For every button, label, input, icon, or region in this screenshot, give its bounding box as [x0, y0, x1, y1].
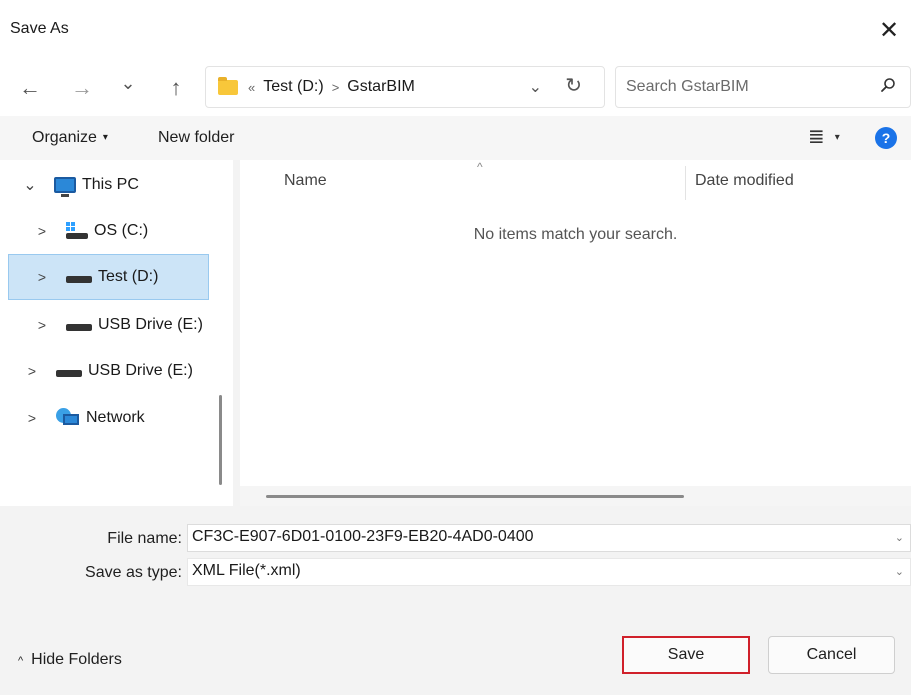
- sidebar-item-label: OS (C:): [94, 222, 149, 239]
- horizontal-scrollbar[interactable]: [240, 486, 911, 506]
- forward-arrow-icon: →: [71, 75, 93, 100]
- computer-icon: [54, 177, 76, 197]
- save-as-type-select[interactable]: XML File(*.xml) ⌄: [187, 558, 911, 586]
- new-folder-button[interactable]: New folder: [158, 129, 234, 147]
- file-name-field[interactable]: CF3C-E907-6D01-0100-23F9-EB20-4AD0-0400 …: [187, 524, 911, 552]
- save-as-type-value: XML File(*.xml): [192, 562, 301, 579]
- sidebar-item-label: USB Drive (E:): [98, 316, 203, 333]
- file-list-pane[interactable]: ^ Name Date modified No items match your…: [240, 160, 911, 506]
- breadcrumb-separator-icon: >: [331, 79, 340, 95]
- folder-icon: [218, 77, 238, 95]
- caret-down-icon: ▾: [102, 132, 108, 144]
- column-divider[interactable]: [685, 166, 686, 200]
- back-button[interactable]: ←: [14, 72, 46, 104]
- caret-up-icon: ^: [18, 655, 24, 667]
- sidebar-item-network[interactable]: > Network: [24, 395, 145, 441]
- address-bar[interactable]: « Test (D:) > GstarBIM ⌄ ↻: [205, 66, 605, 108]
- navigation-bar: ← → ⌄ ↑ « Test (D:) > GstarBIM ⌄ ↻ Searc…: [0, 58, 911, 116]
- file-name-value: CF3C-E907-6D01-0100-23F9-EB20-4AD0-0400: [192, 528, 534, 545]
- up-arrow-icon: ↑: [170, 75, 182, 100]
- file-name-label: File name:: [107, 530, 182, 547]
- sidebar-item-label: Test (D:): [98, 268, 159, 285]
- breadcrumb-item-test-drive[interactable]: Test (D:): [263, 78, 323, 96]
- hide-folders-button[interactable]: ^ Hide Folders: [18, 651, 122, 669]
- refresh-icon[interactable]: ↻: [565, 73, 582, 98]
- sort-indicator-icon: ^: [477, 160, 483, 174]
- breadcrumb: « Test (D:) > GstarBIM: [248, 78, 415, 96]
- hide-folders-label: Hide Folders: [31, 651, 122, 668]
- sidebar-item-usb-drive-e-root[interactable]: > USB Drive (E:): [24, 348, 193, 394]
- column-header-date-modified[interactable]: Date modified: [695, 172, 794, 190]
- sidebar-item-this-pc[interactable]: ⌄ This PC: [22, 162, 139, 208]
- chevron-down-icon[interactable]: ⌄: [22, 175, 38, 195]
- address-dropdown-icon[interactable]: ⌄: [529, 77, 542, 97]
- change-view-button[interactable]: ≣ ▾: [808, 124, 840, 149]
- back-arrow-icon: ←: [19, 75, 41, 100]
- breadcrumb-overflow-icon[interactable]: «: [248, 80, 255, 95]
- save-fields: File name: CF3C-E907-6D01-0100-23F9-EB20…: [0, 506, 911, 596]
- up-button[interactable]: ↑: [160, 72, 192, 104]
- title-bar: Save As ✕: [0, 0, 911, 58]
- sidebar-scrollbar[interactable]: [219, 395, 222, 485]
- organize-menu-button[interactable]: Organize ▾: [32, 129, 108, 147]
- sidebar-item-os-c[interactable]: > OS (C:): [34, 208, 148, 254]
- chevron-right-icon[interactable]: >: [24, 410, 40, 426]
- navigation-pane[interactable]: ⌄ This PC > OS (C:) > Test (D:) > USB Dr…: [0, 160, 233, 506]
- sidebar-item-label: USB Drive (E:): [88, 362, 193, 379]
- network-icon: [56, 408, 80, 428]
- drive-icon: [56, 369, 82, 377]
- close-icon: ✕: [878, 16, 900, 44]
- organize-label: Organize: [32, 129, 97, 146]
- dialog-footer: ^ Hide Folders Save Cancel: [0, 596, 911, 695]
- sidebar-item-label: Network: [86, 409, 145, 426]
- help-button[interactable]: ?: [875, 127, 897, 149]
- chevron-down-icon: ⌄: [120, 72, 136, 93]
- chevron-down-icon[interactable]: ⌄: [895, 565, 904, 578]
- os-drive-icon: [66, 222, 88, 240]
- save-as-type-label: Save as type:: [85, 564, 182, 581]
- window-title: Save As: [10, 20, 69, 37]
- sidebar-item-label: This PC: [82, 176, 139, 193]
- search-box[interactable]: Search GstarBIM: [615, 66, 911, 108]
- cancel-button[interactable]: Cancel: [768, 636, 895, 674]
- drive-icon: [66, 275, 92, 283]
- sidebar-item-usb-drive-e[interactable]: > USB Drive (E:): [34, 302, 203, 348]
- forward-button[interactable]: →: [66, 72, 98, 104]
- search-icon[interactable]: [880, 77, 896, 93]
- empty-state-message: No items match your search.: [473, 226, 678, 243]
- help-icon: ?: [881, 130, 891, 146]
- sidebar-item-test-d[interactable]: > Test (D:): [8, 254, 209, 300]
- save-button[interactable]: Save: [622, 636, 750, 674]
- chevron-right-icon[interactable]: >: [34, 269, 50, 285]
- horizontal-scrollbar-thumb[interactable]: [266, 495, 684, 498]
- chevron-down-icon[interactable]: ⌄: [895, 531, 904, 544]
- column-header-name[interactable]: Name: [284, 172, 327, 190]
- close-button[interactable]: ✕: [867, 10, 911, 50]
- command-bar: Organize ▾ New folder ≣ ▾ ?: [0, 116, 911, 160]
- drive-icon: [66, 323, 92, 331]
- chevron-right-icon[interactable]: >: [34, 317, 50, 333]
- search-input[interactable]: Search GstarBIM: [626, 78, 749, 96]
- recent-locations-button[interactable]: ⌄: [112, 67, 144, 99]
- chevron-right-icon[interactable]: >: [34, 223, 50, 239]
- caret-down-icon: ▾: [834, 132, 840, 144]
- breadcrumb-item-gstarbim[interactable]: GstarBIM: [347, 78, 415, 96]
- view-list-icon: ≣: [808, 126, 825, 148]
- chevron-right-icon[interactable]: >: [24, 363, 40, 379]
